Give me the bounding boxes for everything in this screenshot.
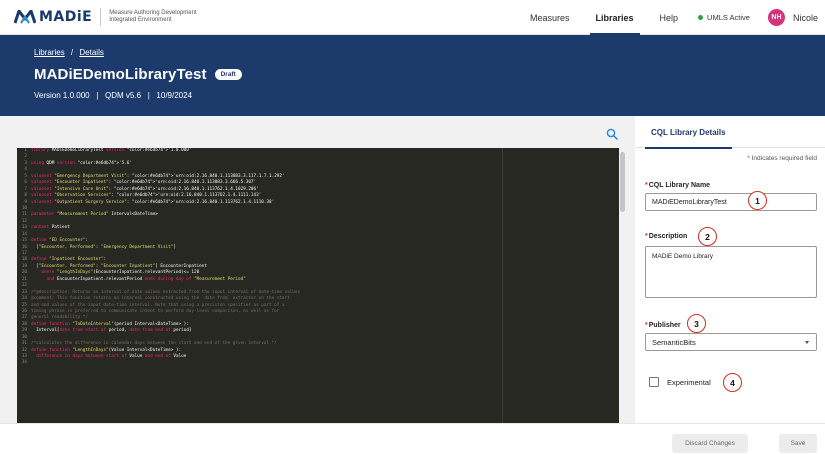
breadcrumb-details[interactable]: Details: [79, 48, 103, 57]
publisher-select[interactable]: SemanticBits: [645, 333, 817, 351]
name-label-text: CQL Library Name: [648, 182, 711, 189]
search-icon[interactable]: [606, 128, 618, 140]
status-dot-icon: [698, 15, 704, 20]
library-details-panel: CQL Library Details * Indicates required…: [635, 116, 825, 423]
page-title: MADiEDemoLibraryTest: [34, 66, 207, 83]
top-nav: MADiE Measure Authoring Development Inte…: [0, 0, 825, 35]
details-tabs: CQL Library Details: [635, 116, 825, 149]
print-margin-guide: [502, 148, 503, 437]
publisher-value: SemanticBits: [652, 338, 696, 347]
footer-actions: Discard Changes Save: [0, 423, 825, 454]
breadcrumb: Libraries / Details: [34, 48, 104, 57]
callout-4: 4: [723, 373, 742, 392]
publisher-label: *Publisher: [645, 322, 681, 329]
madie-logo-icon: [14, 10, 36, 24]
editor-toolbar: [0, 116, 635, 146]
callout-2: 2: [698, 227, 717, 246]
madie-logo[interactable]: MADiE Measure Authoring Development Inte…: [14, 8, 219, 26]
callout-1: 1: [748, 191, 767, 210]
umls-status-label: UMLS Active: [707, 13, 750, 22]
chevron-down-icon: [805, 341, 809, 344]
nav-link-measures[interactable]: Measures: [520, 0, 580, 35]
name-label: *CQL Library Name: [645, 182, 710, 189]
required-marker: *: [645, 233, 648, 240]
user-name[interactable]: Nicole: [793, 13, 818, 23]
library-meta: Version 1.0.000 | QDM v5.6 | 10/9/2024: [34, 91, 193, 100]
nav-right: Measures Libraries Help UMLS Active NH N…: [520, 0, 825, 35]
line-text: library MADiEDemoLibraryTest version "co…: [31, 148, 192, 153]
nav-link-help[interactable]: Help: [650, 0, 689, 35]
umls-status: UMLS Active: [688, 13, 760, 22]
breadcrumb-libraries[interactable]: Libraries: [34, 48, 65, 57]
line-text: parameter "Measurement Period" Interval<…: [31, 212, 158, 218]
status-badge: Draft: [214, 69, 242, 80]
save-button[interactable]: Save: [779, 434, 817, 453]
line-text: using QDM version "color:#e6db74">'5.6': [31, 160, 132, 166]
cql-editor-panel: 1 library MADiEDemoLibraryTest version "c…: [0, 116, 635, 437]
required-note: * Indicates required field: [747, 155, 817, 162]
logo-divider: [100, 8, 102, 26]
line-text: and EncounterInpatient.relevantPeriod en…: [46, 276, 246, 282]
avatar[interactable]: NH: [767, 9, 785, 26]
code-line: 34: [17, 360, 617, 366]
library-name-field[interactable]: [645, 193, 817, 211]
line-text: difference in days between start of Valu…: [36, 354, 187, 359]
logo-subtitle-line1: Measure Authoring Development: [109, 9, 197, 16]
title-row: MADiEDemoLibraryTest Draft: [34, 66, 242, 83]
editor-scrollbar-thumb[interactable]: [620, 152, 625, 212]
line-number: 34: [21, 360, 27, 366]
required-marker: *: [645, 322, 648, 329]
experimental-label: Experimental: [667, 377, 711, 387]
description-field[interactable]: MADiE Demo Library: [645, 246, 817, 298]
experimental-checkbox-row[interactable]: Experimental: [649, 377, 711, 387]
description-label: *Description: [645, 233, 687, 240]
experimental-checkbox[interactable]: [649, 377, 659, 387]
logo-subtitle: Measure Authoring Development Integrated…: [109, 10, 219, 25]
required-marker: *: [645, 182, 648, 189]
line-text: ["Encounter, Performed": "Emergency Depa…: [31, 244, 176, 250]
logo-subtitle-line2: Integrated Environment: [109, 17, 172, 23]
logo-text: MADiE: [39, 9, 93, 25]
line-text: context Patient: [31, 225, 70, 231]
line-text: valueset "Outpatient Surgery Service": "…: [31, 199, 275, 205]
breadcrumb-separator: /: [70, 48, 74, 57]
description-label-text: Description: [648, 233, 688, 240]
line-text: Interval[date from start of period, date…: [31, 328, 192, 334]
cql-code-editor[interactable]: 1 library MADiEDemoLibraryTest version "c…: [17, 148, 619, 437]
discard-changes-button[interactable]: Discard Changes: [672, 434, 748, 453]
code-lines: 1 library MADiEDemoLibraryTest version "c…: [17, 148, 617, 367]
callout-3: 3: [687, 314, 706, 333]
publisher-label-text: Publisher: [648, 322, 681, 329]
required-marker: *: [747, 155, 750, 162]
required-note-text: Indicates required field: [751, 155, 817, 162]
library-header: Libraries / Details MADiEDemoLibraryTest…: [0, 35, 825, 116]
tab-cql-library-details[interactable]: CQL Library Details: [645, 116, 732, 149]
nav-link-libraries[interactable]: Libraries: [586, 0, 644, 35]
